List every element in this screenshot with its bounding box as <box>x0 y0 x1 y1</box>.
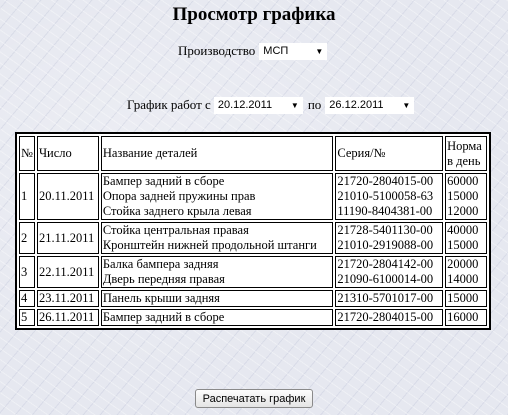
table-row: 2 21.11.2011 Стойка центральная правая Крон… <box>19 222 487 254</box>
schedule-label: График работ с <box>127 97 211 112</box>
series-number: 21010-2919088-00 <box>337 238 434 252</box>
series-number: 21090-6100014-00 <box>337 272 434 286</box>
daily-norm-cell: 15000 <box>445 290 487 307</box>
series-number-cell: 21720-2804015-00 21010-5100058-63 11190-84… <box>335 173 444 220</box>
row-number-cell: 4 <box>19 290 35 307</box>
part-name-cell: Стойка центральная правая Кронштейн нижне… <box>100 222 334 254</box>
row-date-cell: 21.11.2011 <box>36 222 99 254</box>
row-date-cell: 26.11.2011 <box>36 309 99 326</box>
daily-norm: 20000 <box>447 257 479 271</box>
series-number: 21720-2804015-00 <box>337 174 434 188</box>
part-name: Бампер задний в сборе <box>102 310 225 324</box>
series-number-cell: 21720-2804142-00 21090-6100014-00 <box>335 256 444 288</box>
table-row: 3 22.11.2011 Балка бампера задняя Дверь пер… <box>19 256 487 288</box>
series-number: 21720-2804015-00 <box>337 310 434 324</box>
date-to-select[interactable]: 26.12.2011 ▼ <box>325 96 415 114</box>
schedule-table: № Число Название деталей Серия/№ Норма в… <box>15 132 491 330</box>
column-header-name: Название деталей <box>100 136 334 171</box>
series-number: 21310-5701017-00 <box>337 291 434 305</box>
column-header-norm: Норма в день <box>445 136 487 171</box>
daily-norm: 60000 <box>447 174 479 188</box>
table-row: 4 23.11.2011 Панель крыши задняя 21310-5701… <box>19 290 487 307</box>
part-name-cell: Панель крыши задняя <box>100 290 334 307</box>
series-number: 21728-5401130-00 <box>337 223 433 237</box>
table-header-row: № Число Название деталей Серия/№ Норма в… <box>19 136 487 171</box>
row-number-cell: 3 <box>19 256 35 288</box>
production-label: Производство <box>178 43 256 58</box>
row-number-cell: 1 <box>19 173 35 220</box>
daily-norm: 15000 <box>447 238 479 252</box>
column-header-date: Число <box>36 136 99 171</box>
part-name: Балка бампера задняя <box>102 257 219 271</box>
series-number-cell: 21728-5401130-00 21010-2919088-00 <box>335 222 444 254</box>
daily-norm: 14000 <box>447 272 479 286</box>
part-name: Бампер задний в сборе <box>102 174 225 188</box>
table-row: 5 26.11.2011 Бампер задний в сборе 21720-28… <box>19 309 487 326</box>
row-date-cell: 22.11.2011 <box>36 256 99 288</box>
part-name: Дверь передняя правая <box>102 272 225 286</box>
part-name-cell: Бампер задний в сборе <box>100 309 334 326</box>
part-name: Опора задней пружины прав <box>102 189 256 203</box>
series-number: 21010-5100058-63 <box>337 189 434 203</box>
column-header-num: № <box>19 136 35 171</box>
row-date-cell: 20.11.2011 <box>36 173 99 220</box>
part-name: Стойка центральная правая <box>102 223 249 237</box>
row-number-cell: 2 <box>19 222 35 254</box>
production-select[interactable]: МСП ▼ <box>259 42 328 60</box>
chevron-down-icon: ▼ <box>402 100 411 110</box>
row-date-cell: 23.11.2011 <box>36 290 99 307</box>
series-number: 11190-8404381-00 <box>337 204 433 218</box>
production-selected-value: МСП <box>263 45 289 57</box>
chevron-down-icon: ▼ <box>315 46 324 56</box>
part-name-cell: Балка бампера задняя Дверь передняя права… <box>100 256 334 288</box>
daily-norm: 15000 <box>447 189 479 203</box>
daily-norm: 16000 <box>447 310 479 324</box>
chevron-down-icon: ▼ <box>290 100 299 110</box>
column-header-norm-line2: в день <box>447 153 481 168</box>
part-name: Кронштейн нижней продольной штанги <box>102 238 317 252</box>
daily-norm: 12000 <box>447 204 479 218</box>
series-number-cell: 21310-5701017-00 <box>335 290 444 307</box>
part-name: Стойка заднего крыла левая <box>102 204 252 218</box>
daily-norm-cell: 16000 <box>445 309 487 326</box>
schedule-filter: График работ с 20.12.2011 ▼ по 26.12.201… <box>127 95 415 115</box>
daily-norm-cell: 40000 15000 <box>445 222 487 254</box>
series-number: 21720-2804142-00 <box>337 257 434 271</box>
daily-norm-cell: 20000 14000 <box>445 256 487 288</box>
row-number-cell: 5 <box>19 309 35 326</box>
print-schedule-button[interactable]: Распечатать график <box>195 389 313 408</box>
date-to-value: 26.12.2011 <box>329 99 384 111</box>
daily-norm: 15000 <box>447 291 479 305</box>
series-number-cell: 21720-2804015-00 <box>335 309 444 326</box>
daily-norm: 40000 <box>447 223 479 237</box>
date-from-value: 20.12.2011 <box>217 99 273 111</box>
daily-norm-cell: 60000 15000 12000 <box>445 173 487 220</box>
page-title: Просмотр графика <box>172 4 336 25</box>
part-name-cell: Бампер задний в сборе Опора задней пружин… <box>100 173 334 220</box>
table-row: 1 20.11.2011 Бампер задний в сборе Опора за… <box>19 173 487 220</box>
part-name: Панель крыши задняя <box>102 291 220 305</box>
date-from-select[interactable]: 20.12.2011 ▼ <box>213 96 303 114</box>
column-header-series: Серия/№ <box>335 136 444 171</box>
date-between-label: по <box>307 97 322 112</box>
production-filter: Производство МСП ▼ <box>178 41 328 61</box>
column-header-norm-line1: Норма <box>447 138 482 153</box>
